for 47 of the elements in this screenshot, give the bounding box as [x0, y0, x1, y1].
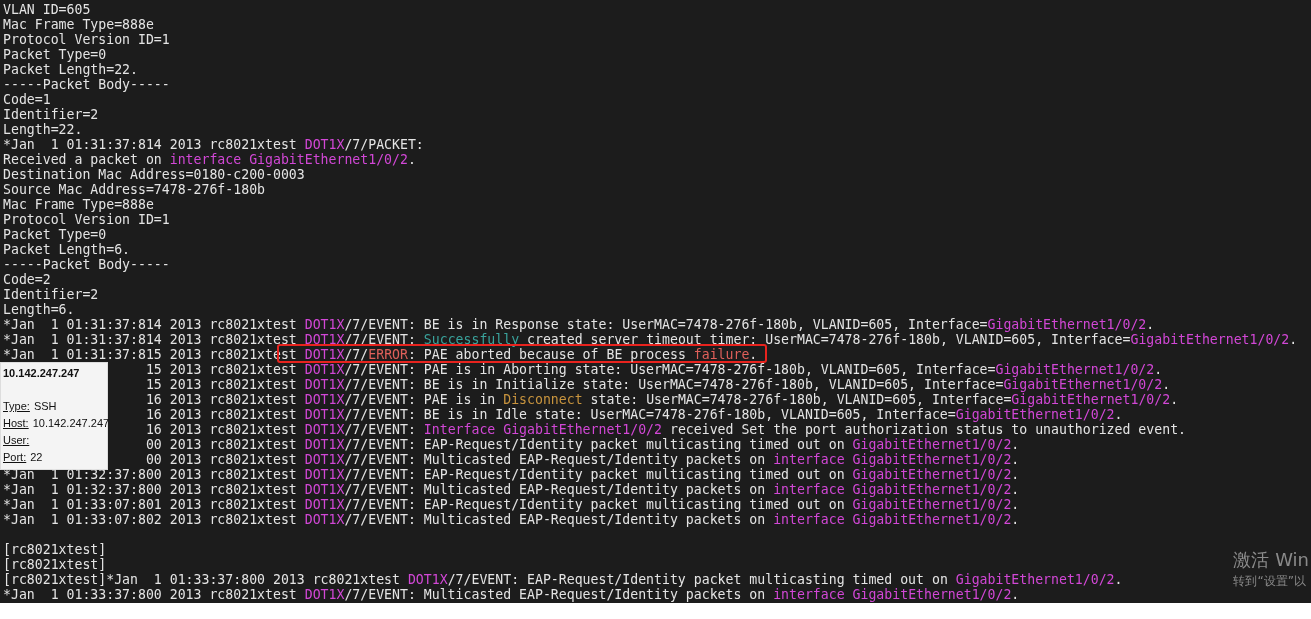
terminal-line: Mac Frame Type=888e [3, 197, 154, 212]
terminal-line: Packet Type=0 [3, 47, 107, 62]
field-label: User: [3, 433, 30, 448]
terminal-line: Destination Mac Address=0180-c200-0003 [3, 167, 305, 182]
terminal-line: 00 2013 rc8021xtest DOT1X/7/EVENT: Multicasted EAP-Request/Identity packets on interface GigabitEthernet1/0/2. [145, 452, 1020, 467]
terminal-line: VLAN ID=605 [3, 2, 91, 17]
terminal-line: *Jan 1 01:33:37:800 2013 rc8021xtest DOT1X/7/EVENT: Multicasted EAP-Request/Identity packets on interface GigabitEthernet1/0/2. [3, 587, 1020, 602]
terminal-line: [rc8021xtest] [3, 557, 107, 572]
terminal-line: Packet Length=6. [3, 242, 131, 257]
field-label: Host: [3, 416, 29, 431]
terminal-line: *Jan 1 01:33:07:802 2013 rc8021xtest DOT1X/7/EVENT: Multicasted EAP-Request/Identity packets on interface GigabitEthernet1/0/2. [3, 512, 1020, 527]
terminal-line: *Jan 1 01:31:37:814 2013 rc8021xtest DOT1X/7/PACKET: [3, 137, 424, 152]
terminal-line: *Jan 1 01:32:37:800 2013 rc8021xtest DOT1X/7/EVENT: EAP-Request/Identity packet multicasting timed out on GigabitEthernet1/0/2. [3, 467, 1020, 482]
terminal-line: Identifier=2 [3, 287, 99, 302]
terminal-line: [rc8021xtest] [3, 542, 107, 557]
terminal-line: Protocol Version ID=1 [3, 212, 170, 227]
terminal-line: Code=1 [3, 92, 51, 107]
terminal-line: Identifier=2 [3, 107, 99, 122]
terminal-line: *Jan 1 01:33:07:801 2013 rc8021xtest DOT1X/7/EVENT: EAP-Request/Identity packet multicasting timed out on GigabitEthernet1/0/2. [3, 497, 1020, 512]
tooltip-title: 10.142.247.247 [3, 366, 80, 381]
terminal-line: Code=2 [3, 272, 51, 287]
activation-subtitle: 转到“设置”以 [1233, 573, 1307, 590]
terminal-line: 16 2013 rc8021xtest DOT1X/7/EVENT: BE is in Idle state: UserMAC=7478-276f-180b, VLANID=605, Interface=GigabitEthernet1/0/2. [145, 407, 1123, 422]
terminal-line: 16 2013 rc8021xtest DOT1X/7/EVENT: PAE is in Disconnect state: UserMAC=7478-276f-180b, VLANID=605, Interface=GigabitEthernet1/0/2. [145, 392, 1179, 407]
field-label: Port: [3, 450, 27, 465]
terminal-line: Received a packet on interface GigabitEthernet1/0/2. [3, 152, 416, 167]
terminal-line: 00 2013 rc8021xtest DOT1X/7/EVENT: EAP-Request/Identity packet multicasting timed out on GigabitEthernet1/0/2. [145, 437, 1020, 452]
terminal-line: 15 2013 rc8021xtest DOT1X/7/EVENT: PAE is in Aborting state: UserMAC=7478-276f-180b, VLANID=605, Interface=GigabitEthernet1/0/2. [145, 362, 1163, 377]
terminal-line: 15 2013 rc8021xtest DOT1X/7/EVENT: BE is in Initialize state: UserMAC=7478-276f-180b, VLANID=605, Interface=GigabitEthernet1/0/2. [145, 377, 1171, 392]
terminal-line: Packet Length=22. [3, 62, 138, 77]
terminal-line: Mac Frame Type=888e [3, 17, 154, 32]
terminal-line: Length=6. [3, 302, 75, 317]
terminal-line: *Jan 1 01:31:37:814 2013 rc8021xtest DOT1X/7/EVENT: Successfully created server timeout timer: UserMAC=7478-276f-180b, VLANID=605, Interface=GigabitEthernet1/0/2. [3, 332, 1298, 347]
activation-title: 激活 Win [1233, 548, 1309, 572]
terminal-line: -----Packet Body----- [3, 257, 170, 272]
terminal-line: Length=22. [3, 122, 83, 137]
terminal-line: [rc8021xtest]*Jan 1 01:33:37:800 2013 rc8021xtest DOT1X/7/EVENT: EAP-Request/Identity packet multicasting timed out on GigabitEthernet1/0/2. [3, 572, 1123, 587]
terminal-line: *Jan 1 01:31:37:814 2013 rc8021xtest DOT1X/7/EVENT: BE is in Response state: UserMAC=7478-276f-180b, VLANID=605, Interface=GigabitEthernet1/0/2. [3, 317, 1155, 332]
terminal-line: *Jan 1 01:32:37:800 2013 rc8021xtest DOT1X/7/EVENT: Multicasted EAP-Request/Identity packets on interface GigabitEthernet1/0/2. [3, 482, 1020, 497]
field-value: SSH [33, 399, 57, 414]
terminal-line: Source Mac Address=7478-276f-180b [3, 182, 265, 197]
terminal-line: 16 2013 rc8021xtest DOT1X/7/EVENT: Interface GigabitEthernet1/0/2 received Set the port authorization status to unauthorized event. [145, 422, 1186, 437]
terminal-line: Protocol Version ID=1 [3, 32, 170, 47]
terminal-line: Packet Type=0 [3, 227, 107, 242]
field-label: Type: [3, 399, 30, 414]
field-value: 22 [30, 450, 43, 465]
terminal-line: -----Packet Body----- [3, 77, 170, 92]
